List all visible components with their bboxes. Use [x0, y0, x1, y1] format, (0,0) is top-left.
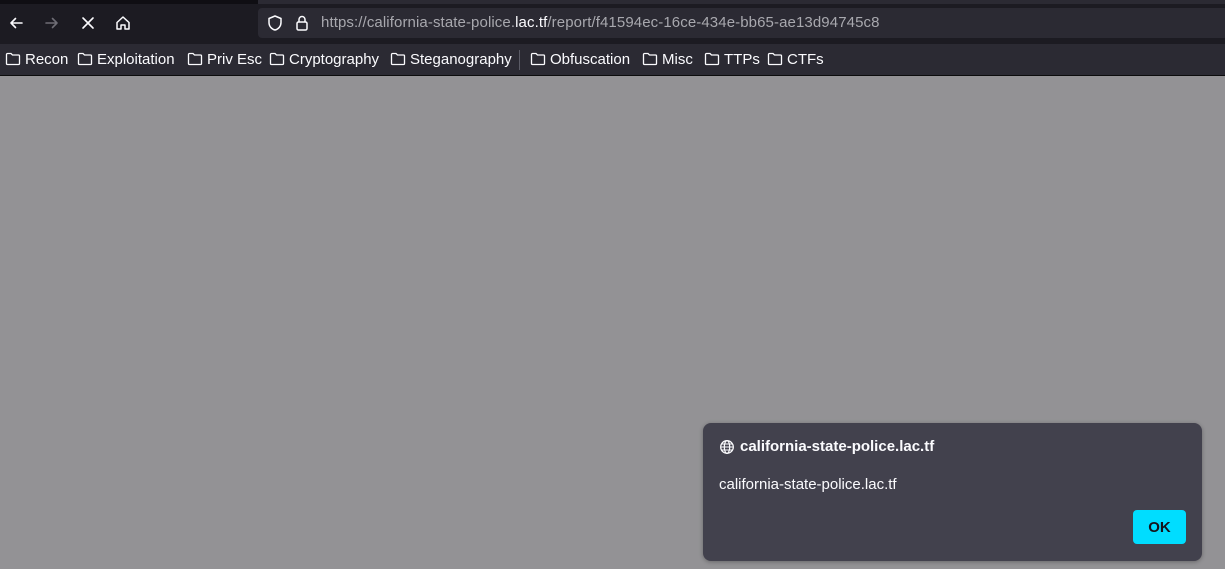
- folder-icon: [269, 52, 285, 66]
- home-button[interactable]: [109, 9, 137, 37]
- arrow-left-icon: [10, 17, 23, 29]
- folder-icon: [530, 52, 546, 66]
- url-bar[interactable]: https://california-state-police.lac.tf/r…: [258, 8, 1225, 38]
- bookmark-label: Steganography: [410, 50, 512, 68]
- bookmark-label: Recon: [25, 50, 69, 68]
- lock-icon[interactable]: [293, 14, 311, 32]
- dialog-message: california-state-police.lac.tf: [719, 476, 897, 493]
- folder-icon: [390, 52, 406, 66]
- browser-toolbar: https://california-state-police.lac.tf/r…: [0, 0, 1225, 44]
- folder-icon: [77, 52, 93, 66]
- bookmark-folder-recon[interactable]: Recon: [5, 49, 68, 69]
- home-icon: [116, 16, 130, 30]
- arrow-right-icon: [45, 17, 58, 29]
- globe-icon: [720, 439, 734, 454]
- close-icon: [82, 17, 94, 29]
- forward-button[interactable]: [38, 9, 66, 37]
- folder-icon: [642, 52, 658, 66]
- folder-icon: [767, 52, 783, 66]
- bookmark-folder-steganography[interactable]: Steganography: [390, 49, 512, 69]
- bookmark-label: Cryptography: [289, 50, 380, 68]
- bookmark-label: CTFs: [787, 50, 824, 68]
- url-text[interactable]: https://california-state-police.lac.tf/r…: [321, 14, 880, 31]
- bookmark-label: Exploitation: [97, 50, 175, 68]
- url-path: /report/f41594ec-16ce-434e-bb65-ae13d947…: [547, 14, 880, 31]
- back-button[interactable]: [2, 9, 30, 37]
- bookmark-label: Misc: [662, 50, 693, 68]
- bookmark-label: TTPs: [724, 50, 760, 68]
- bookmark-folder-ctfs[interactable]: CTFs: [767, 49, 824, 69]
- bookmark-folder-ttps[interactable]: TTPs: [704, 49, 760, 69]
- tab-edge: [258, 0, 1225, 4]
- bookmarks-toolbar: Recon Exploitation Priv Esc Cryptography…: [0, 44, 1225, 76]
- bookmark-folder-obfuscation[interactable]: Obfuscation: [530, 49, 630, 69]
- bookmark-label: Priv Esc: [207, 50, 263, 68]
- dialog-title: california-state-police.lac.tf: [719, 438, 934, 455]
- stop-button[interactable]: [74, 9, 102, 37]
- bookmark-folder-priv-esc[interactable]: Priv Esc: [187, 49, 262, 69]
- folder-icon: [704, 52, 720, 66]
- url-host: lac.tf: [515, 14, 548, 31]
- alert-dialog: california-state-police.lac.tf californi…: [703, 423, 1202, 561]
- bookmark-label: Obfuscation: [550, 50, 631, 68]
- bookmark-folder-cryptography[interactable]: Cryptography: [269, 49, 379, 69]
- bookmarks-separator: [519, 50, 520, 70]
- shield-icon[interactable]: [266, 14, 284, 32]
- bookmark-folder-misc[interactable]: Misc: [642, 49, 693, 69]
- tab-strip: [0, 0, 1225, 4]
- folder-icon: [187, 52, 203, 66]
- url-prefix: https://california-state-police.: [321, 14, 516, 31]
- dialog-origin: california-state-police.lac.tf: [740, 438, 935, 455]
- folder-icon: [5, 52, 21, 66]
- bookmark-folder-exploitation[interactable]: Exploitation: [77, 49, 175, 69]
- ok-button[interactable]: OK: [1133, 510, 1186, 544]
